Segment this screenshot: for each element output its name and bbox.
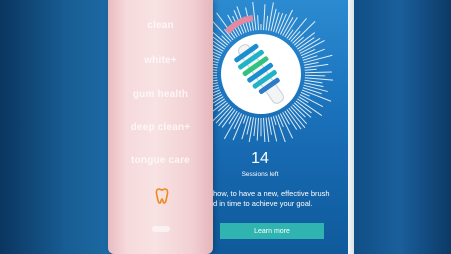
progress-ray (303, 84, 328, 93)
progress-ray (221, 35, 230, 44)
progress-ray (257, 15, 259, 31)
progress-ray (304, 68, 317, 71)
progress-ray (213, 51, 222, 57)
mode-tongue-care: tongue care (131, 155, 190, 166)
progress-ray (288, 107, 306, 129)
description-line-2: d in time to achieve your goal. (213, 199, 313, 208)
progress-ray (300, 48, 316, 57)
mode-gum-health: gum health (132, 89, 189, 100)
sessions-label: Sessions left (241, 171, 279, 178)
description-line-1: how, to have a new, effective brush (213, 189, 330, 198)
progress-ray (248, 117, 254, 142)
progress-ray (290, 106, 308, 125)
progress-ray (268, 2, 274, 31)
progress-ray (215, 106, 232, 124)
progress-ray (304, 71, 332, 74)
progress-ray (256, 117, 259, 141)
progress-ray (304, 77, 333, 81)
progress-ray (286, 29, 294, 39)
phone-edge (348, 0, 354, 254)
progress-ray (217, 102, 229, 112)
tooth-icon (155, 188, 169, 204)
progress-ray (213, 66, 218, 69)
toothbrush-handle: clean white+ gum health deep clean+ tong… (108, 0, 213, 254)
progress-ray (302, 87, 322, 95)
progress-ray (298, 96, 309, 103)
progress-ray (299, 39, 325, 54)
progress-ray (304, 79, 323, 84)
progress-ray (275, 115, 286, 142)
progress-ray (263, 4, 266, 31)
progress-ray (304, 61, 319, 66)
progress-ray (242, 115, 247, 124)
progress-ray (213, 74, 218, 76)
progress-ray (213, 77, 218, 79)
progress-ray (293, 36, 304, 46)
description-text: how, to have a new, effective brush d in… (213, 189, 348, 209)
progress-ray (265, 15, 269, 31)
mode-white-plus: white+ (144, 55, 177, 66)
battery-indicator (152, 226, 170, 232)
progress-ray (272, 116, 277, 126)
sessions-count: 14 (251, 150, 269, 167)
background-right (348, 0, 451, 254)
progress-ray (288, 17, 307, 41)
progress-ray (304, 74, 326, 77)
progress-ray (268, 117, 272, 135)
progress-ray (265, 117, 270, 142)
mode-deep-clean-plus: deep clean+ (130, 122, 191, 133)
progress-ray (292, 21, 316, 44)
progress-ray (263, 117, 266, 142)
brush-head-visualization (213, 2, 333, 142)
progress-ray (214, 98, 225, 107)
background-left (0, 0, 110, 254)
mode-clean: clean (147, 20, 174, 31)
progress-ray (270, 116, 278, 142)
learn-more-button[interactable]: Learn more (220, 223, 324, 239)
progress-ray (282, 112, 290, 125)
progress-ray (253, 117, 257, 137)
progress-ray (295, 32, 316, 48)
